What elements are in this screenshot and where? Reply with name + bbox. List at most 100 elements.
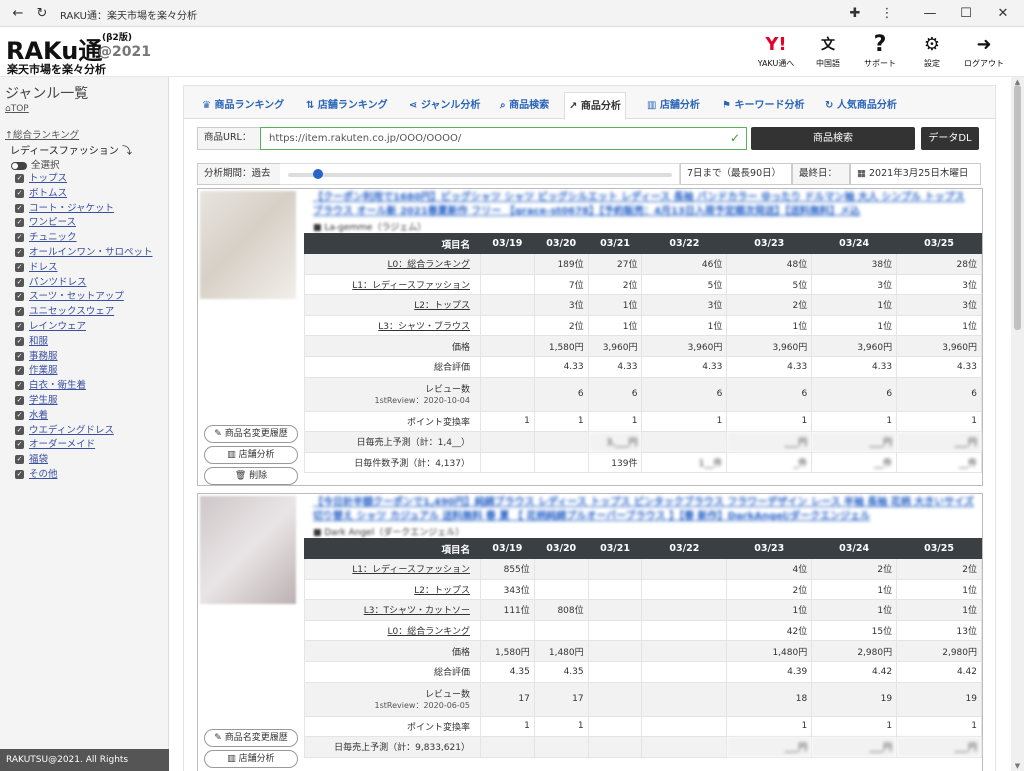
genre-item[interactable]: ✓ 福袋 [15,453,153,468]
table-cell: 1,580円 [533,335,589,357]
nav-settings[interactable]: ⚙ 設定 [906,32,958,69]
checkbox-icon[interactable]: ✓ [15,174,24,183]
checkbox-icon[interactable]: ✓ [15,307,24,317]
nav-logout[interactable]: ➜ ログアウト [958,32,1010,69]
extension-icon[interactable]: ✚ [845,4,865,24]
nav-yakutsu[interactable]: Y! YAKU通へ [750,32,802,69]
row-label[interactable]: L0：総合ランキング [304,253,481,275]
return-icon[interactable]: ⤵ [122,146,132,157]
genre-item[interactable]: ✓ ワンピース [15,216,153,231]
checkbox-icon[interactable]: ✓ [15,395,24,405]
shop-name[interactable]: ■ La-gemme（ラジェム） [313,220,426,233]
checkbox-icon[interactable]: ✓ [15,262,24,272]
checkbox-icon[interactable]: ✓ [15,381,24,391]
reload-icon[interactable]: ↻ [32,4,52,24]
table-cell: 4.33 [641,355,728,378]
tab-3[interactable]: ⌕ 商品検索 [496,92,553,119]
checkbox-icon[interactable]: ✓ [15,440,24,450]
nav-support[interactable]: ? サポート [854,32,906,69]
genre-item[interactable]: ✓ オールインワン・サロペット [15,246,153,261]
overall-ranking-link[interactable]: ↑総合ランキング [5,127,79,141]
table-cell: 3,960円 [587,335,643,357]
checkbox-icon[interactable]: ✓ [15,188,24,198]
checkbox-icon[interactable]: ✓ [15,292,24,302]
shop-analysis-button[interactable]: ▥ 店舗分析 [204,446,298,464]
period-slider[interactable] [280,163,680,185]
genre-item[interactable]: ✓ 白衣・衛生着 [15,379,153,394]
checkbox-icon[interactable]: ✓ [15,410,24,420]
genre-item[interactable]: ✓ オーダーメイド [15,438,153,453]
nav-chinese[interactable]: 文 中国語 [802,32,854,69]
row-label[interactable]: L1：レディースファッション [304,558,481,580]
checkbox-icon[interactable]: ✓ [15,247,24,257]
tab-7[interactable]: ↻ 人気商品分析 [821,92,901,119]
checkbox-icon[interactable]: ✓ [15,321,24,331]
slider-handle[interactable] [312,169,323,179]
shop-analysis-button[interactable]: ▥ 店舗分析 [204,750,298,768]
select-all-toggle[interactable]: 全選択 [11,157,60,171]
tab-1[interactable]: ⇅ 店舗ランキング [302,92,392,119]
tab-4[interactable]: ↗ 商品分析 [564,92,626,120]
top-link[interactable]: ⌂TOP [5,104,29,114]
tab-6[interactable]: ⚑ キーワード分析 [718,92,808,119]
genre-item[interactable]: ✓ チュニック [15,231,153,246]
table-cell: 46位 [641,253,728,275]
checkbox-icon[interactable]: ✓ [15,425,24,435]
column-header: 03/19 [479,538,535,559]
row-label[interactable]: L2：トップス [304,294,481,316]
name-history-button[interactable]: ✎ 商品名変更履歴 [204,425,298,443]
checkbox-icon[interactable]: ✓ [15,455,24,465]
genre-item[interactable]: ✓ その他 [15,468,153,483]
genre-item[interactable]: ✓ パンツドレス [15,276,153,291]
checkbox-icon[interactable]: ✓ [15,233,24,243]
maximize-icon[interactable]: ☐ [956,4,976,24]
genre-item[interactable]: ✓ ボトムス [15,187,153,202]
product-search-button[interactable]: 商品検索 [751,127,915,150]
genre-item[interactable]: ✓ 和服 [15,335,153,350]
tab-5[interactable]: ▥ 店舗分析 [643,92,704,119]
genre-item[interactable]: ✓ レインウェア [15,320,153,335]
row-label[interactable]: L3：シャツ・ブラウス [304,314,481,337]
genre-item[interactable]: ✓ 学生服 [15,394,153,409]
shop-name[interactable]: ■ Dark Angel（ダークエンジェル） [313,525,464,538]
scrollbar-thumb[interactable] [1014,85,1021,330]
checkbox-icon[interactable]: ✓ [15,203,24,213]
more-menu-icon[interactable]: ⋮ [877,4,897,24]
genre-item[interactable]: ✓ コート・ジャケット [15,202,153,217]
scroll-down-icon[interactable]: ▼ [1011,761,1024,771]
checkbox-icon[interactable]: ✓ [15,469,24,479]
genre-item[interactable]: ✓ ドレス [15,261,153,276]
checkbox-icon[interactable]: ✓ [15,366,24,376]
genre-item[interactable]: ✓ トップス [15,172,153,187]
tab-0[interactable]: ♛ 商品ランキング [198,92,288,119]
checkbox-icon[interactable]: ✓ [15,218,24,228]
product-title-link[interactable]: 【今日計半額クーポンで1,490円】純綿ブラウス レディース トップス ピンタッ… [313,496,978,524]
product-image[interactable] [200,191,296,299]
product-title-link[interactable]: 【クーポン利用で1680円】ビッグシャツ シャツ ビッグシルエット レディース … [313,191,978,219]
checkbox-icon[interactable]: ✓ [15,277,24,287]
genre-item[interactable]: ✓ 水着 [15,409,153,424]
tab-2[interactable]: ⋖ ジャンル分析 [405,92,484,119]
checkbox-icon[interactable]: ✓ [15,336,24,346]
back-arrow-icon[interactable]: ← [8,4,28,24]
minimize-icon[interactable]: — [920,4,940,24]
row-label[interactable]: L0：総合ランキング [304,619,481,642]
genre-item[interactable]: ✓ ウエディングドレス [15,424,153,439]
data-download-button[interactable]: データDL [921,127,979,150]
close-icon[interactable]: ✕ [993,4,1013,24]
genre-item[interactable]: ✓ 事務服 [15,350,153,365]
last-date-picker[interactable]: ▦ 2021年3月25日木曜日 [850,163,981,185]
genre-item[interactable]: ✓ ユニセックスウェア [15,305,153,320]
toggle-icon[interactable] [11,161,27,170]
row-label[interactable]: L1：レディースファッション [304,273,481,296]
checkbox-icon[interactable]: ✓ [15,351,24,361]
page-scrollbar[interactable]: ▲ ▼ [1011,77,1024,771]
row-label[interactable]: L2：トップス [304,578,481,601]
product-url-input[interactable]: https://item.rakuten.co.jp/OOO/OOOO/ ✓ [260,127,747,150]
row-label[interactable]: L3：Tシャツ・カットソー [304,599,481,621]
genre-item[interactable]: ✓ スーツ・セットアップ [15,290,153,305]
delete-button[interactable]: 🗑 削除 [204,467,298,485]
genre-item[interactable]: ✓ 作業服 [15,364,153,379]
name-history-button[interactable]: ✎ 商品名変更履歴 [204,729,298,747]
product-image[interactable] [200,496,296,604]
